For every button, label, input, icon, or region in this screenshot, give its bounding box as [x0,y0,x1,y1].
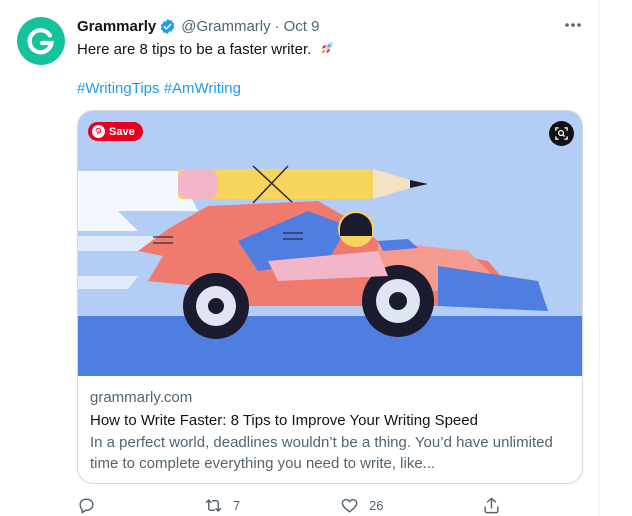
reply-icon [79,498,94,514]
reply-button[interactable] [77,496,106,515]
tweet-header: Grammarly @Grammarly · Oct 9 [77,16,319,36]
retweet-count: 7 [233,498,241,513]
separator-dot: · [274,17,280,35]
retweet-button[interactable]: 7 [204,496,240,515]
more-options-button[interactable] [562,14,584,36]
timeline-divider [599,0,600,516]
avatar[interactable] [17,17,65,65]
card-title[interactable]: How to Write Faster: 8 Tips to Improve Y… [90,411,478,431]
more-icon [565,23,581,27]
like-icon [341,498,358,513]
race-car-illustration [78,111,582,376]
share-icon [484,497,499,514]
save-label: Save [109,125,135,138]
author-handle[interactable]: @Grammarly [181,18,270,35]
verified-badge-icon [160,18,175,34]
link-card[interactable]: Save grammarly.com How to Write Faster: … [77,110,583,484]
like-count: 26 [369,498,384,513]
share-button[interactable] [482,496,501,515]
pinterest-save-button[interactable]: Save [88,122,143,141]
hashtag-amwriting[interactable]: #AmWriting [164,80,241,97]
tweet-date[interactable]: Oct 9 [284,18,320,35]
front-wheel [183,273,249,339]
card-domain: grammarly.com [90,389,193,406]
like-button[interactable]: 26 [340,496,383,515]
pinterest-icon [92,125,105,138]
rocket-emoji-icon [322,42,334,54]
lens-icon [555,127,568,140]
grammarly-logo-icon [27,28,54,55]
tweet-text: Here are 8 tips to be a faster writer. [77,39,336,60]
author-name[interactable]: Grammarly [77,18,156,35]
card-description: In a perfect world, deadlines wouldn’t b… [90,434,553,472]
hashtags: #WritingTips #AmWriting [77,79,241,99]
hashtag-writingtips[interactable]: #WritingTips [77,80,160,97]
tweet-body: Here are 8 tips to be a faster writer. [77,41,312,58]
visual-search-button[interactable] [549,121,574,146]
retweet-icon [205,499,222,512]
card-illustration[interactable]: Save [78,111,582,376]
tweet-actions: 7 26 [77,496,507,516]
